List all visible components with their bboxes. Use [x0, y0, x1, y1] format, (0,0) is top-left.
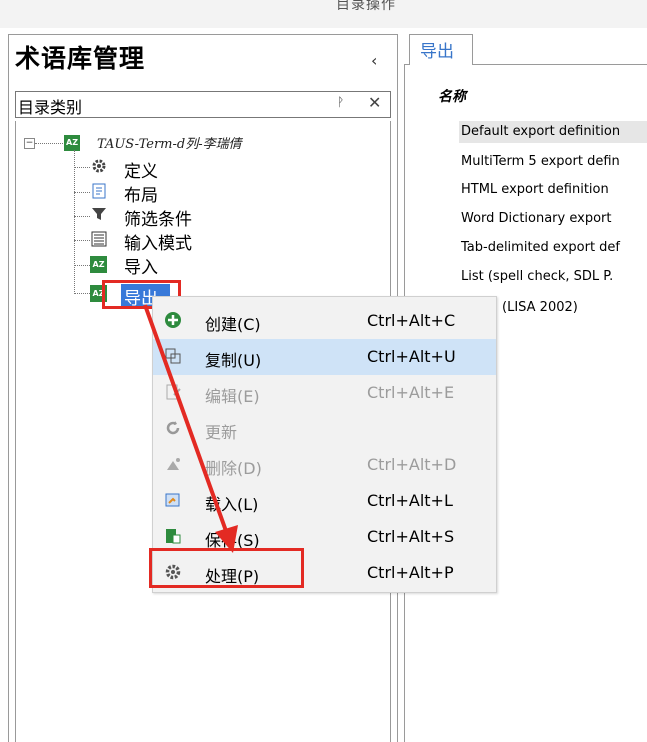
annotation-arrow [143, 304, 238, 553]
